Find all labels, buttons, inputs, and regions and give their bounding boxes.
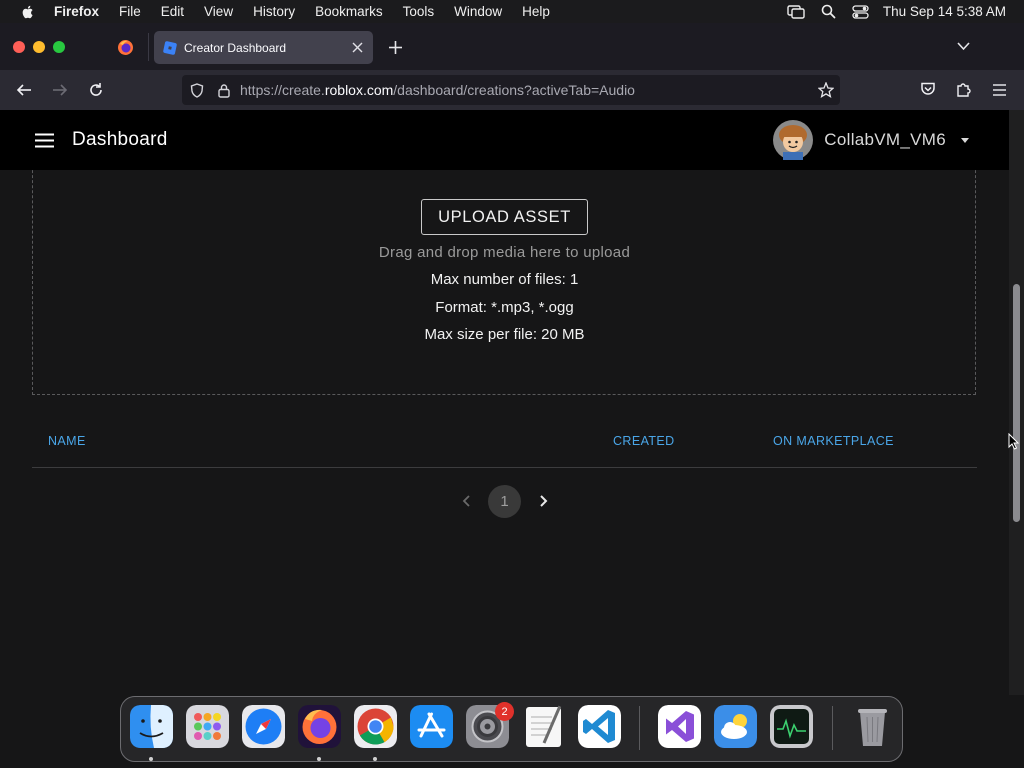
mouse-cursor-icon (1008, 433, 1019, 450)
control-center-icon[interactable] (852, 4, 869, 19)
table-divider (32, 467, 977, 468)
url-prefix: https://create. (240, 82, 325, 98)
chrome-icon[interactable] (354, 705, 397, 748)
tab-title: Creator Dashboard (184, 40, 287, 55)
url-bar[interactable]: https://create. roblox.com/dashboard/crea… (182, 75, 840, 105)
firefox-running-indicator (317, 757, 321, 761)
url-host: roblox.com (324, 82, 394, 98)
app-menu-firefox[interactable]: Firefox (54, 4, 99, 19)
spotlight-search-icon[interactable] (821, 4, 836, 19)
forward-arrow-icon[interactable] (52, 83, 68, 97)
settings-notification-badge: 2 (495, 702, 514, 721)
menu-help[interactable]: Help (522, 4, 550, 19)
finder-running-indicator (149, 757, 153, 761)
username[interactable]: CollabVM_VM6 (824, 130, 946, 150)
url-path: /dashboard/creations?activeTab=Audio (393, 82, 635, 98)
column-header-created[interactable]: CREATED (613, 434, 675, 448)
max-size-info: Max size per file: 20 MB (424, 326, 585, 343)
user-menu[interactable]: CollabVM_VM6 (773, 120, 969, 160)
dock-separator (639, 706, 640, 750)
bookmark-star-icon[interactable] (818, 82, 834, 98)
visual-studio-icon[interactable] (658, 705, 701, 748)
page-title: Dashboard (72, 129, 168, 150)
next-page-chevron-right-icon[interactable] (535, 492, 551, 510)
menu-tools[interactable]: Tools (403, 4, 435, 19)
close-window-button[interactable] (13, 41, 25, 53)
drag-drop-hint: Drag and drop media here to upload (378, 244, 631, 261)
roblox-favicon-icon (163, 40, 177, 55)
menu-bookmarks[interactable]: Bookmarks (315, 4, 383, 19)
screen-mirroring-icon[interactable] (787, 4, 805, 19)
browser-toolbar: https://create. roblox.com/dashboard/crea… (0, 70, 1024, 110)
reload-icon[interactable] (88, 82, 104, 98)
macos-menu-bar: Firefox File Edit View History Bookmarks… (0, 0, 1024, 23)
pocket-icon[interactable] (920, 82, 936, 97)
menu-history[interactable]: History (253, 4, 295, 19)
menubar-clock[interactable]: Thu Sep 14 5:38 AM (883, 4, 1006, 19)
minimize-window-button[interactable] (33, 41, 45, 53)
firefox-icon[interactable] (298, 705, 341, 748)
browser-tab-strip: Creator Dashboard (0, 23, 1024, 70)
column-header-name[interactable]: NAME (48, 434, 86, 448)
tab-creator-dashboard[interactable]: Creator Dashboard (154, 31, 373, 64)
format-info: Format: *.mp3, *.ogg (435, 299, 574, 316)
new-tab-icon[interactable] (389, 41, 402, 54)
menu-file[interactable]: File (119, 4, 141, 19)
avatar[interactable] (773, 120, 814, 160)
activity-monitor-icon[interactable] (770, 705, 813, 748)
dock-separator (832, 706, 833, 750)
lock-icon[interactable] (218, 83, 230, 98)
column-header-on-marketplace[interactable]: ON MARKETPLACE (773, 434, 894, 448)
app-store-icon[interactable] (410, 705, 453, 748)
page-scrollbar-thumb[interactable] (1013, 284, 1020, 522)
weather-icon[interactable] (714, 705, 757, 748)
menu-edit[interactable]: Edit (161, 4, 184, 19)
dashboard-header: Dashboard CollabVM_VM6 (0, 110, 1009, 170)
tracking-protection-shield-icon[interactable] (190, 82, 204, 98)
tab-separator (148, 33, 149, 61)
previous-page-chevron-left-icon[interactable] (459, 492, 475, 510)
caret-down-icon[interactable] (961, 137, 969, 143)
trash-icon[interactable] (851, 705, 894, 748)
max-files-info: Max number of files: 1 (430, 271, 579, 288)
hamburger-menu-icon[interactable] (35, 133, 54, 148)
menu-view[interactable]: View (204, 4, 233, 19)
hamburger-menu-icon[interactable] (993, 84, 1006, 96)
close-tab-icon[interactable] (352, 42, 363, 53)
safari-icon[interactable] (242, 705, 285, 748)
firefox-view-icon[interactable] (117, 39, 134, 56)
finder-icon[interactable] (130, 705, 173, 748)
vscode-icon[interactable] (578, 705, 621, 748)
current-page-button[interactable]: 1 (488, 485, 521, 518)
extensions-puzzle-icon[interactable] (956, 81, 972, 98)
back-arrow-icon[interactable] (16, 83, 32, 97)
list-all-tabs-chevron-down-icon[interactable] (957, 42, 970, 51)
launchpad-icon[interactable] (186, 705, 229, 748)
upload-asset-button[interactable]: UPLOAD ASSET (421, 199, 588, 235)
menu-window[interactable]: Window (454, 4, 502, 19)
apple-icon[interactable] (20, 4, 36, 20)
zoom-window-button[interactable] (53, 41, 65, 53)
textedit-icon[interactable] (522, 705, 565, 748)
chrome-running-indicator (373, 757, 377, 761)
